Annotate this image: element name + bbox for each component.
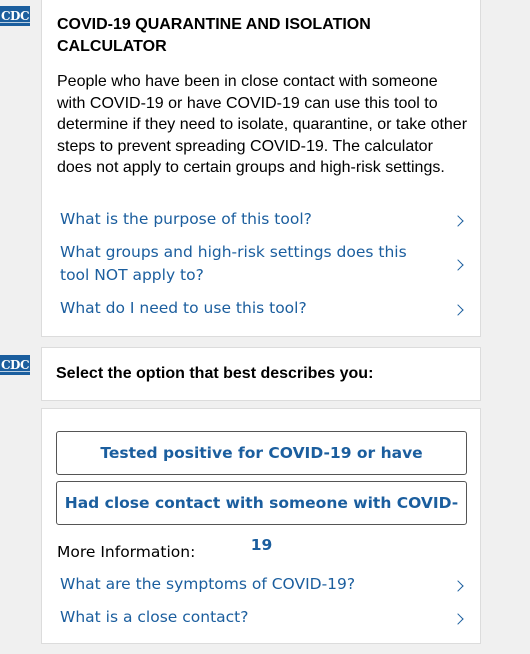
chevron-right-icon — [452, 613, 464, 625]
info-symptoms-link[interactable]: What are the symptoms of COVID-19? — [42, 572, 482, 600]
faq-what-needed[interactable]: What do I need to use this tool? — [42, 296, 482, 324]
options-card: Tested positive for COVID-19 or have sym… — [41, 408, 481, 644]
intro-card: COVID-19 QUARANTINE AND ISOLATION CALCUL… — [41, 0, 481, 337]
cdc-logo: CDC — [0, 6, 30, 26]
question-prompt: Select the option that best describes yo… — [56, 365, 374, 382]
chevron-right-icon — [452, 580, 464, 592]
faq-purpose[interactable]: What is the purpose of this tool? — [42, 207, 482, 235]
intro-description: People who have been in close contact wi… — [57, 73, 468, 177]
chevron-right-icon — [452, 304, 464, 316]
more-info-heading: More Information: — [57, 543, 196, 561]
page: CDC COVID-19 QUARANTINE AND ISOLATION CA… — [0, 0, 530, 654]
info-close-contact-link[interactable]: What is a close contact? — [42, 605, 482, 633]
question-card: Select the option that best describes yo… — [41, 347, 481, 401]
chevron-right-icon — [452, 215, 464, 227]
cdc-logo: CDC — [0, 355, 30, 375]
faq-groups-not-apply[interactable]: What groups and high-risk settings does … — [42, 241, 482, 289]
faq-label: What groups and high-risk settings does … — [60, 243, 407, 284]
option-close-contact-button[interactable]: Had close contact with someone with COVI… — [56, 481, 467, 554]
info-link-label: What are the symptoms of COVID-19? — [60, 575, 356, 593]
faq-label: What is the purpose of this tool? — [60, 210, 312, 228]
info-link-label: What is a close contact? — [60, 608, 249, 626]
option-tested-positive-button[interactable]: Tested positive for COVID-19 or have sym… — [56, 431, 467, 504]
faq-label: What do I need to use this tool? — [60, 299, 307, 317]
page-title: COVID-19 QUARANTINE AND ISOLATION CALCUL… — [57, 16, 371, 55]
chevron-right-icon — [452, 259, 464, 271]
